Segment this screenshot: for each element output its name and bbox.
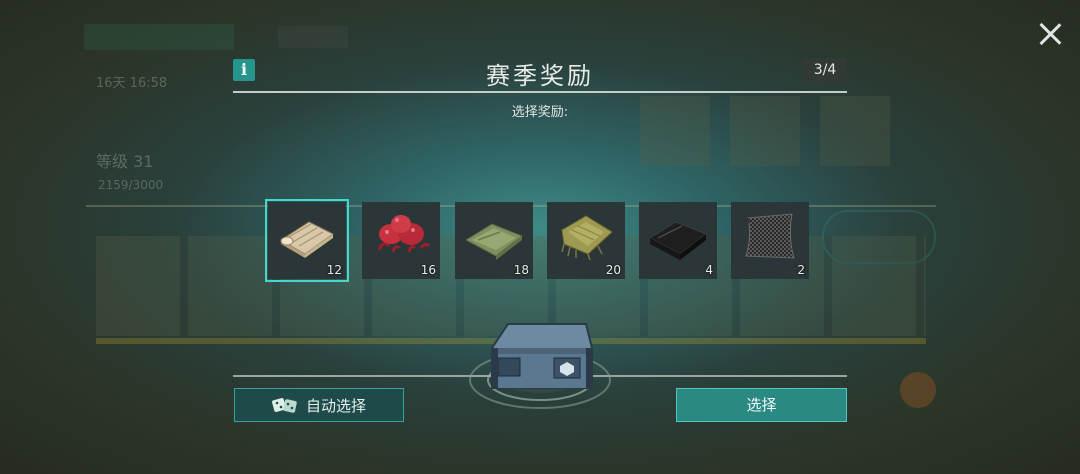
bg-xp: 2159/3000 [98,178,164,192]
cloth-roll-icon [280,221,334,258]
reward-chest-icon [469,323,611,409]
reward-item-green-fabric[interactable]: 18 [455,202,533,279]
dialog-subtitle: 选择奖励: [511,105,569,120]
reward-item-cloth-roll[interactable]: 12 [265,199,349,282]
auto-select-button[interactable]: 自动选择 [234,388,404,422]
dialog-title: 赛季奖励 [486,62,594,90]
burlap-icon [561,215,613,261]
divider [233,91,847,93]
reward-item-red-mushrooms[interactable]: 16 [362,202,440,279]
item-count: 12 [326,263,342,277]
item-count: 18 [513,263,529,277]
select-button[interactable]: 选择 [676,388,847,422]
item-count: 20 [605,263,621,277]
reward-item-black-fabric[interactable]: 4 [639,202,717,279]
item-count: 2 [797,263,805,277]
kevlar-sheet-icon [743,213,795,259]
black-fabric-icon [648,221,708,260]
page-indicator: 3/4 [803,58,847,82]
bg-orb [900,372,936,408]
red-mushroom-icon [377,215,431,253]
green-fabric-icon [464,223,524,260]
reward-item-burlap[interactable]: 20 [547,202,625,279]
reward-item-kevlar-sheet[interactable]: 2 [731,202,809,279]
bg-next-button [822,210,936,264]
bg-level: 等级 31 [96,152,154,171]
bg-tab [84,24,234,50]
auto-select-label: 自动选择 [305,396,366,415]
bg-tab [278,26,348,48]
item-count: 16 [420,263,436,277]
dice-icon [272,398,297,413]
close-icon[interactable] [1034,18,1066,50]
item-count: 4 [705,263,713,277]
